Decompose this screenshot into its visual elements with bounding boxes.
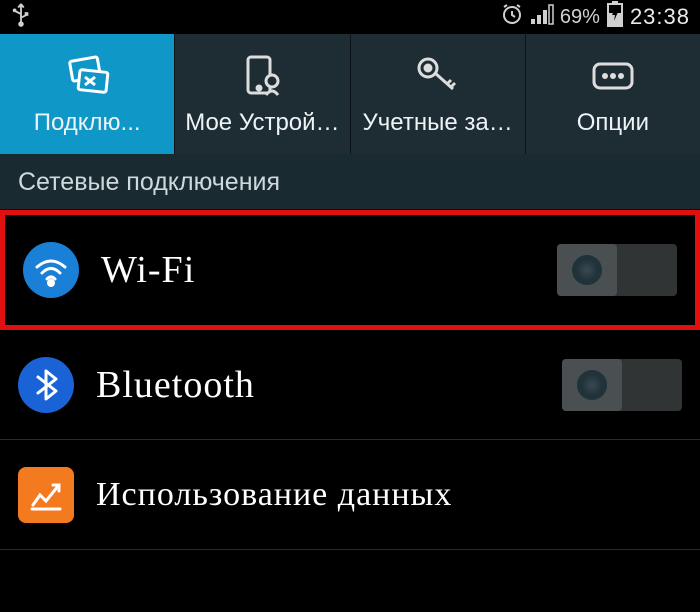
tab-label: Мое Устрой… [185, 110, 339, 136]
data-usage-icon [18, 467, 74, 523]
tab-label: Учетные за… [363, 110, 513, 136]
bluetooth-icon [18, 357, 74, 413]
setting-wifi[interactable]: Wi-Fi [0, 210, 700, 330]
tab-accounts[interactable]: Учетные за… [351, 34, 526, 154]
status-bar: 69% 23:38 [0, 0, 700, 34]
setting-label: Wi-Fi [101, 248, 557, 292]
settings-list: Wi-Fi Bluetooth Использование данных [0, 210, 700, 550]
tab-options[interactable]: Опции [526, 34, 700, 154]
battery-percent: 69% [560, 6, 600, 29]
tab-my-device[interactable]: Мое Устрой… [175, 34, 350, 154]
battery-charging-icon [606, 1, 624, 33]
section-header-network: Сетевые подключения [0, 154, 700, 210]
tab-label: Подклю... [34, 110, 141, 136]
wifi-toggle[interactable] [557, 244, 677, 296]
more-icon [588, 52, 638, 100]
settings-tabs: Подклю... Мое Устрой… Учетные за… Опции [0, 34, 700, 154]
setting-label: Bluetooth [96, 363, 562, 407]
signal-icon [530, 3, 554, 31]
connections-icon [61, 52, 113, 100]
device-icon [238, 52, 286, 100]
key-icon [413, 52, 463, 100]
setting-bluetooth[interactable]: Bluetooth [0, 330, 700, 440]
wifi-icon [23, 242, 79, 298]
setting-label: Использование данных [96, 476, 682, 514]
alarm-icon [500, 2, 524, 32]
usb-icon [10, 1, 32, 33]
tab-label: Опции [577, 110, 649, 136]
bluetooth-toggle[interactable] [562, 359, 682, 411]
setting-data-usage[interactable]: Использование данных [0, 440, 700, 550]
tab-connections[interactable]: Подклю... [0, 34, 175, 154]
clock-text: 23:38 [630, 4, 690, 30]
